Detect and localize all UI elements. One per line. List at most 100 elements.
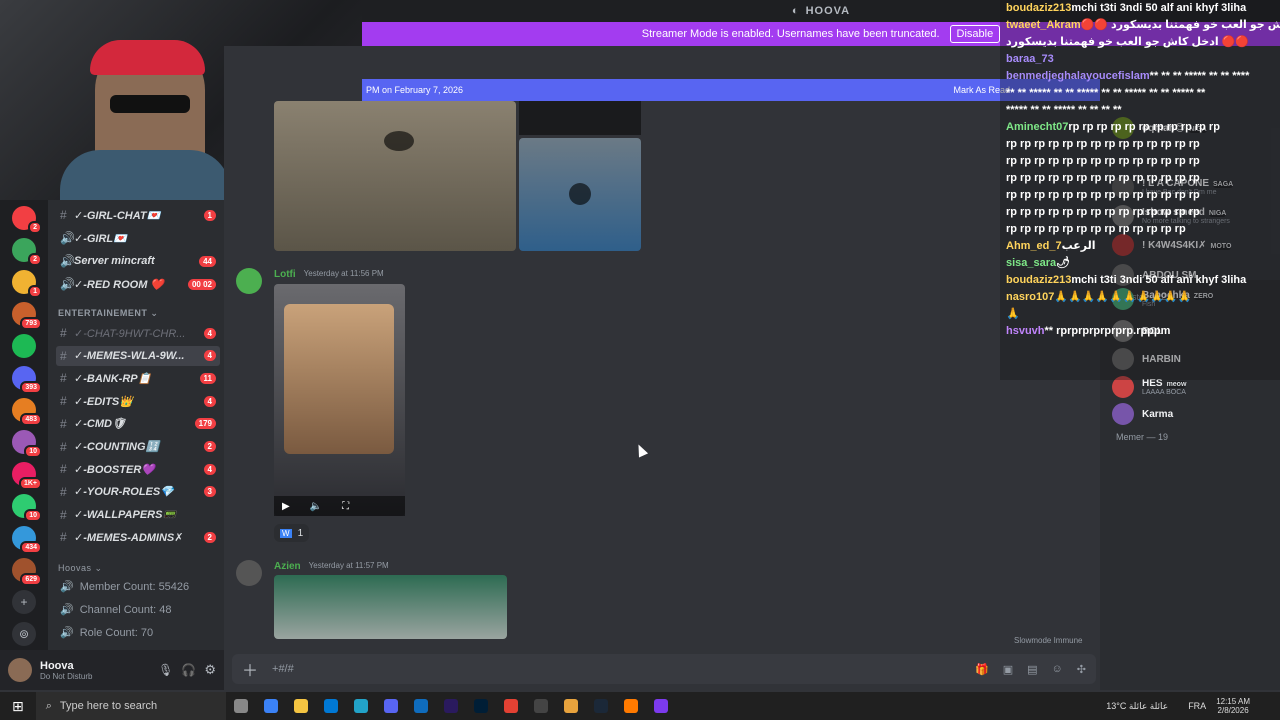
channel-item[interactable]: # ✓-BANK-RP📋 11: [56, 368, 220, 388]
message-author[interactable]: Lotfi: [274, 269, 296, 280]
language-indicator[interactable]: FRA: [1188, 701, 1206, 711]
app-icon[interactable]: [563, 699, 578, 713]
outlook-icon[interactable]: [413, 699, 428, 713]
server-icon[interactable]: 2: [12, 206, 42, 234]
discord-icon[interactable]: [383, 699, 398, 713]
obs-icon[interactable]: [533, 699, 548, 713]
emoji-icon[interactable]: ☺: [1052, 663, 1063, 675]
chat-username: baraa_73: [1006, 53, 1054, 65]
server-badge: 393: [20, 381, 42, 394]
server-icon[interactable]: 483: [12, 398, 42, 426]
channel-item[interactable]: # ✓-WALLPAPERS📟: [56, 505, 220, 525]
chat-username: sisa_sara: [1006, 257, 1057, 269]
plus-icon[interactable]: ＋: [242, 657, 258, 681]
channel-item[interactable]: # ✓-COUNTING🔢 2: [56, 437, 220, 457]
disable-button[interactable]: Disable: [949, 25, 1001, 43]
category-entertainment[interactable]: ENTERTAINEMENT ⌄: [58, 308, 158, 319]
memer-section-label: Memer — 19: [1116, 432, 1169, 442]
member-status-text: LAAAA BOCA: [1142, 389, 1186, 396]
category-hoovas[interactable]: Hoovas ⌄: [58, 563, 103, 574]
stream-chat-line: ادخل كاش جو العب خو فهمتنا بديسكورد 🔴🔴: [1000, 34, 1280, 51]
clock[interactable]: 12:15 AM 2/8/2026: [1216, 697, 1250, 715]
chat-text: ** ** ** ***** ** ** ****: [1149, 70, 1250, 82]
attachment-video[interactable]: [274, 575, 507, 639]
server-icon[interactable]: [12, 334, 36, 358]
steam-icon[interactable]: [593, 699, 608, 713]
plus-icon[interactable]: +: [12, 590, 36, 614]
headphones-icon[interactable]: 🎧: [181, 663, 196, 677]
gift-icon[interactable]: 🎁: [975, 663, 989, 676]
stream-chat-line: ***** ** ** ***** ** ** ** **: [1000, 102, 1280, 119]
server-badge: 793: [20, 317, 42, 330]
edge-icon[interactable]: [353, 699, 368, 713]
attachment-image[interactable]: [274, 101, 516, 251]
app-icon[interactable]: [653, 699, 668, 713]
server-icon[interactable]: 1: [12, 270, 42, 298]
message-author[interactable]: Azien: [274, 561, 301, 572]
server-icon[interactable]: 1K+: [12, 462, 42, 490]
channel-item[interactable]: 🔊 ✓-GIRL💌: [56, 228, 220, 248]
unread-badge: 4: [203, 395, 216, 407]
windows-start-icon[interactable]: ⊞: [12, 698, 24, 715]
channel-item[interactable]: # ✓-MEMES-ADMINS✗ 2: [56, 527, 220, 547]
avatar[interactable]: [8, 658, 32, 682]
message-input[interactable]: +#/#: [272, 663, 961, 675]
play-icon[interactable]: ▶: [282, 501, 290, 512]
app-icon[interactable]: [323, 699, 338, 713]
server-icon[interactable]: 2: [12, 238, 42, 266]
server-icon[interactable]: 629: [12, 558, 42, 586]
channel-item[interactable]: # ✓-MEMES-WLA-9W... 4: [56, 345, 220, 366]
new-messages-date: PM on February 7, 2026: [366, 85, 464, 95]
member-item[interactable]: Karma: [1112, 401, 1276, 427]
compass-icon[interactable]: ⊚: [12, 622, 36, 646]
chat-text: rp rp rp rp rp rp rp rp rp rp rp rp rp r…: [1006, 138, 1200, 150]
avatar[interactable]: [236, 268, 262, 294]
file-explorer-icon[interactable]: [293, 699, 308, 713]
attachment-video[interactable]: ▶ 🔈 ⛶: [274, 284, 405, 516]
banner-text: Streamer Mode is enabled. Usernames have…: [641, 28, 940, 40]
channel-item[interactable]: # ✓-CHAT-9HWT-CHR... 4: [56, 323, 220, 343]
channel-item[interactable]: 🔊 Server mincraft 44: [56, 251, 220, 271]
chrome-icon[interactable]: [503, 699, 518, 713]
channel-item[interactable]: # ✓-BOOSTER💜 4: [56, 459, 220, 479]
reaction-badge[interactable]: W 1: [274, 524, 310, 542]
gear-icon[interactable]: ⚙: [204, 662, 216, 678]
message-input-bar[interactable]: ＋ +#/# 🎁 ▣ ▤ ☺ ✣: [232, 654, 1096, 684]
chat-text: ادخل كاش جو العب خو فهمتنا بديسكورد 🔴🔴: [1006, 36, 1250, 48]
channel-name: ✓-BANK-RP📋: [74, 372, 152, 385]
channel-item[interactable]: # ✓-CMD🛡 179: [56, 414, 220, 434]
new-messages-bar[interactable]: PM on February 7, 2026 Mark As Read: [362, 79, 1100, 101]
sticker-icon[interactable]: ▤: [1027, 663, 1037, 676]
channel-name: ✓-CHAT-9HWT-CHR...: [74, 327, 186, 340]
gif-icon[interactable]: ▣: [1003, 663, 1013, 676]
photoshop-icon[interactable]: [473, 699, 488, 713]
volume-icon[interactable]: 🔈: [310, 501, 322, 512]
hoodie: [60, 150, 230, 200]
channel-item[interactable]: 🔊 ✓-RED ROOM ❤️ 00 02: [56, 274, 220, 294]
server-icon[interactable]: 793: [12, 302, 42, 330]
channel-item[interactable]: # ✓-EDITS👑 4: [56, 391, 220, 411]
server-icon[interactable]: 10: [12, 430, 42, 458]
microphone-icon[interactable]: 🎙: [158, 663, 173, 677]
video-controls[interactable]: ▶ 🔈 ⛶: [274, 496, 405, 516]
server-icon[interactable]: 393: [12, 366, 42, 394]
weather-text[interactable]: 13°C عائلة عائلة: [1106, 701, 1168, 712]
fullscreen-icon[interactable]: ⛶: [342, 501, 349, 512]
apps-icon[interactable]: ✣: [1077, 663, 1086, 676]
server-icon[interactable]: 434: [12, 526, 42, 554]
taskbar-search[interactable]: ⌕ Type here to search: [35, 692, 226, 720]
play-icon[interactable]: [569, 183, 591, 205]
channel-item[interactable]: # ✓-YOUR-ROLES💎 3: [56, 482, 220, 502]
chat-text: الرعب: [1061, 240, 1096, 252]
premiere-icon[interactable]: [443, 699, 458, 713]
store-icon[interactable]: [263, 699, 278, 713]
server-icon[interactable]: 10: [12, 494, 42, 522]
channel-item[interactable]: # ✓-GIRL-CHAT💌 1: [56, 205, 220, 225]
avatar[interactable]: [236, 560, 262, 586]
play-icon[interactable]: [384, 131, 414, 151]
attachment-image[interactable]: [519, 101, 641, 135]
task-view-icon[interactable]: [233, 699, 248, 713]
speaker-icon: 🔊: [60, 581, 74, 593]
app-icon[interactable]: [623, 699, 638, 713]
attachment-video[interactable]: [519, 138, 641, 251]
